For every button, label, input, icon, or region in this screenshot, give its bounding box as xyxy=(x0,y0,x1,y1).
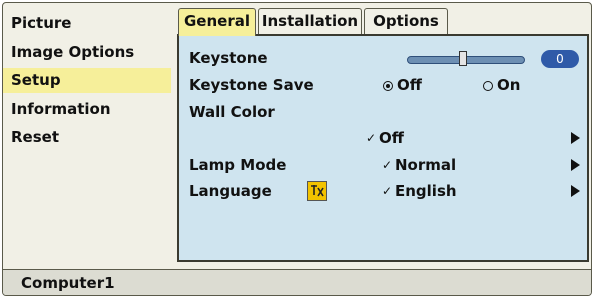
lamp-mode-label: Lamp Mode xyxy=(189,156,287,174)
keystone-slider-handle[interactable] xyxy=(459,51,467,66)
language-label: Language xyxy=(189,182,272,200)
keystone-save-on-label: On xyxy=(497,76,521,94)
keystone-label: Keystone xyxy=(189,49,268,67)
sidebar-item-information[interactable]: Information xyxy=(3,97,171,122)
sidebar-item-picture[interactable]: Picture xyxy=(3,11,171,36)
input-source: Computer1 xyxy=(21,274,115,292)
keystone-value: 0 xyxy=(541,50,579,68)
tab-installation[interactable]: Installation xyxy=(258,8,362,34)
sidebar: Picture Image Options Setup Information … xyxy=(3,7,171,262)
status-bar: Computer1 xyxy=(3,269,591,295)
settings-panel: Keystone 0 Keystone Save Off On Wall Col… xyxy=(177,34,589,262)
tab-general[interactable]: General xyxy=(178,8,256,36)
keystone-save-on-radio[interactable] xyxy=(483,81,493,91)
tab-options[interactable]: Options xyxy=(364,8,448,34)
sidebar-item-reset[interactable]: Reset xyxy=(3,125,171,150)
sidebar-item-image-options[interactable]: Image Options xyxy=(3,40,171,65)
lamp-mode-value[interactable]: Normal xyxy=(395,155,456,175)
sidebar-item-setup[interactable]: Setup xyxy=(3,68,171,93)
wall-color-label: Wall Color xyxy=(189,103,275,121)
keystone-save-off-label: Off xyxy=(397,76,422,94)
triangle-right-icon[interactable] xyxy=(571,185,580,197)
triangle-right-icon[interactable] xyxy=(571,159,580,171)
triangle-right-icon[interactable] xyxy=(571,132,580,144)
menu-window: Picture Image Options Setup Information … xyxy=(2,2,592,296)
check-mark-icon: ✓ xyxy=(382,184,393,198)
language-value[interactable]: English xyxy=(395,181,457,201)
wall-color-value[interactable]: Off xyxy=(379,128,404,148)
check-mark-icon: ✓ xyxy=(366,131,377,145)
language-icon-glyph xyxy=(308,182,326,200)
check-mark-icon: ✓ xyxy=(382,158,393,172)
keystone-save-label: Keystone Save xyxy=(189,76,314,94)
language-icon xyxy=(307,181,327,201)
keystone-save-off-radio[interactable] xyxy=(383,81,393,91)
